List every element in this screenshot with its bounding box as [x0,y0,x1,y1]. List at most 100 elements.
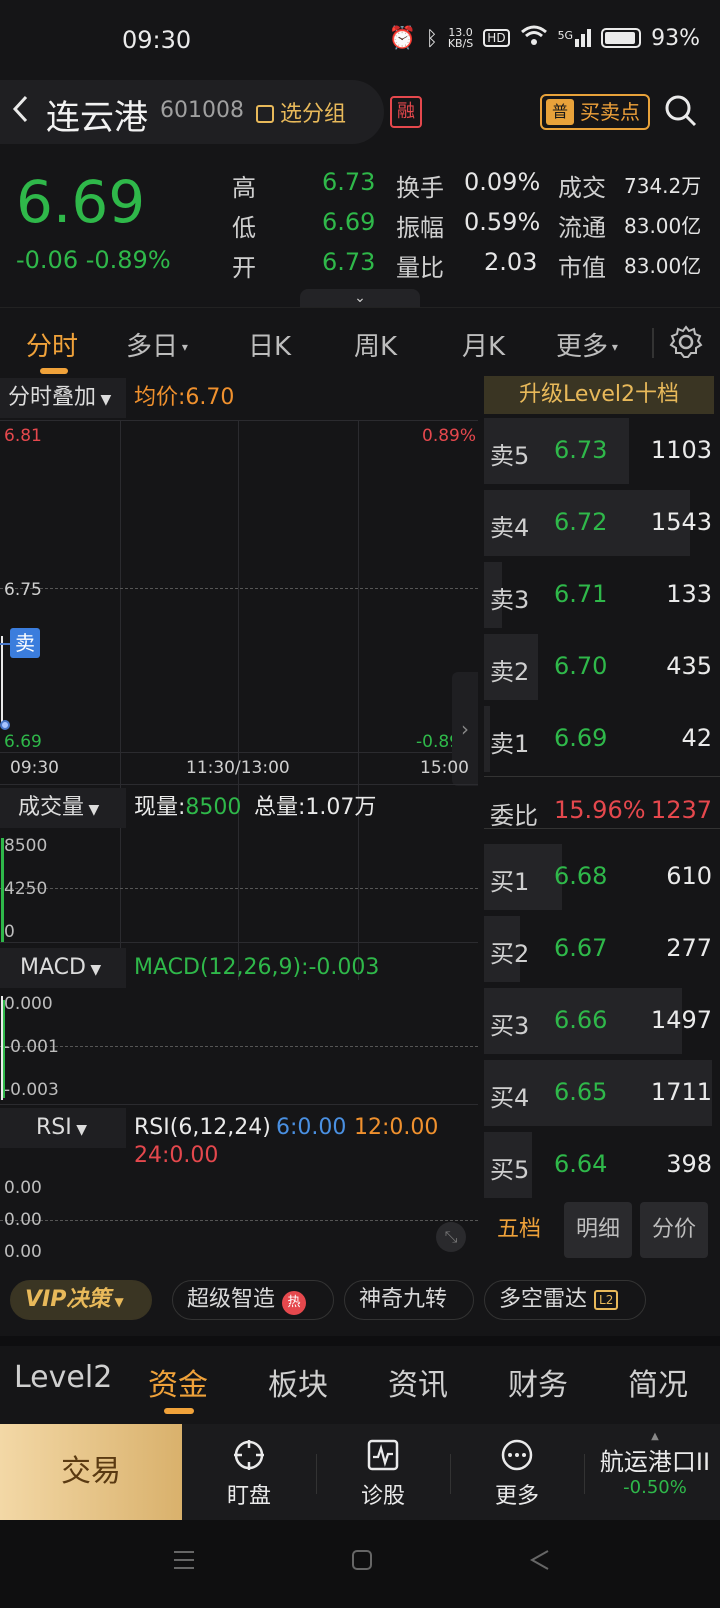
rsi-tick: 0.00 [4,1210,42,1230]
battery-icon [601,28,642,48]
macd-tick: -0.003 [4,1080,59,1100]
tab-five-levels[interactable]: 五档 [484,1202,554,1258]
y-bottom-label: 6.69 [4,732,42,752]
tab-multiday[interactable]: 多日 ▾ [126,326,188,363]
back-nav-icon[interactable] [528,1548,552,1572]
stock-name: 连云港 [46,98,148,138]
caret-down-icon: ▾ [178,340,188,354]
more-button[interactable]: 更多 [472,1438,562,1510]
chevron-down-icon: ⌄ [354,290,366,306]
panel-border [0,942,478,943]
super-manufacturing-button[interactable]: 超级智造 热 [172,1280,334,1320]
bull-bear-radar-button[interactable]: 多空雷达 L2 [484,1280,646,1320]
macd-tick: -0.001 [4,1037,59,1057]
tab-capital[interactable]: 资金 [148,1360,208,1404]
buy-row: 买2 6.67 277 [484,916,720,982]
stat-value: 0.59% [464,208,541,236]
sell-row: 卖5 6.73 1103 [484,418,720,484]
ticker-change: -0.50% [623,1477,687,1498]
stat-label: 高 [232,174,256,202]
caret-down-icon: ▼ [71,1122,87,1138]
stat-label: 振幅 [396,214,444,242]
divider [584,1454,585,1494]
tab-week-k[interactable]: 周K [354,326,397,363]
hot-badge: 热 [282,1291,307,1315]
current-volume: 现量:8500 [134,795,242,820]
watch-button[interactable]: 盯盘 [204,1438,294,1510]
price-point [0,720,10,730]
ticker-name: 航运港口II [599,1448,711,1476]
price-line [1,636,3,726]
buy-row: 买1 6.68 610 [484,844,720,910]
macd-tick: 0.000 [4,994,53,1014]
rsi-dropdown[interactable]: RSI ▼ [0,1108,126,1148]
more-dots-icon [501,1439,533,1471]
upgrade-level2-button[interactable]: 升级Level2十档 [484,376,714,414]
tab-day-k[interactable]: 日K [248,326,291,363]
stat-label: 开 [232,254,256,282]
volume-bar [1,838,4,942]
status-icons: ⏰ ᛒ 13.0 KB/S HD 5G 93% [388,24,700,52]
volume-dropdown[interactable]: 成交量 ▼ [0,788,126,828]
alarm-icon: ⏰ [388,25,416,51]
mid-grid-line [0,588,478,589]
y-top-label: 6.81 [4,426,42,446]
tab-sector[interactable]: 板块 [268,1360,328,1404]
tab-more[interactable]: 更多 ▾ [556,326,618,363]
buy-row: 买4 6.65 1711 [484,1060,720,1126]
tab-intraday[interactable]: 分时 [26,326,78,363]
rsi-24: 24:0.00 [134,1143,219,1168]
vol-tick: 4250 [4,879,48,899]
grid-line [358,420,359,980]
checkbox-icon [256,105,274,123]
gear-icon[interactable] [668,324,704,360]
macd-mid-line [0,1046,478,1047]
tab-month-k[interactable]: 月K [462,326,505,363]
buy-sell-point-button[interactable]: 普 买卖点 [540,94,650,130]
stat-value: 6.73 [322,168,376,196]
l2-badge: L2 [594,1290,619,1310]
bluetooth-icon: ᛒ [425,26,438,50]
pct-top-label: 0.89% [422,426,477,446]
stock-header: 连云港 601008 选分组 [0,80,384,144]
action-bar: 交易 盯盘 诊股 更多 ▲ 航运港口II -0.50% [0,1424,720,1520]
caret-down-icon: ▼ [96,392,112,408]
tab-overview[interactable]: 简况 [628,1360,688,1404]
grid-line [238,420,239,980]
macd-dropdown[interactable]: MACD ▼ [0,948,126,988]
trade-button[interactable]: 交易 [0,1424,182,1520]
divider [484,828,720,829]
chart-tabs: 分时 多日 ▾ 日K 周K 月K 更多 ▾ [0,307,720,375]
tab-finance[interactable]: 财务 [508,1360,568,1404]
marker-stem [0,643,10,645]
rsi-6: 6:0.00 [276,1115,347,1140]
home-icon[interactable] [350,1548,374,1572]
tab-news[interactable]: 资讯 [388,1360,448,1404]
magic-nine-button[interactable]: 神奇九转 [344,1280,474,1320]
sector-ticker[interactable]: ▲ 航运港口II -0.50% [592,1432,718,1499]
panel-border [0,784,478,785]
rsi-tick: 0.00 [4,1178,42,1198]
signal-icon: 5G [558,29,592,47]
vol-tick: 8500 [4,836,48,856]
sell-row: 卖4 6.72 1543 [484,490,720,556]
select-group-button[interactable]: 选分组 [256,96,346,128]
sell-marker[interactable]: 卖 [10,628,40,658]
tab-details[interactable]: 明细 [564,1202,632,1258]
x-label-open: 09:30 [10,758,59,778]
menu-icon[interactable] [172,1548,196,1572]
diagnose-button[interactable]: 诊股 [338,1438,428,1510]
vip-decision-button[interactable]: VIP决策 ▼ [10,1280,152,1320]
stat-value: 0.09% [464,168,541,196]
stat-value: 734.2万 [624,174,702,198]
stat-label: 换手 [396,174,444,202]
tab-level2[interactable]: Level2 [14,1360,112,1395]
sell-row: 卖2 6.70 435 [484,634,720,700]
stat-value: 6.69 [322,208,376,236]
back-icon[interactable] [10,94,30,132]
expand-quote-button[interactable]: ⌄ [300,289,420,307]
fullscreen-icon[interactable]: ⤡ [436,1222,466,1252]
overlay-dropdown[interactable]: 分时叠加 ▼ [0,378,126,418]
search-icon[interactable] [664,94,698,128]
tab-price-dist[interactable]: 分价 [640,1202,708,1258]
